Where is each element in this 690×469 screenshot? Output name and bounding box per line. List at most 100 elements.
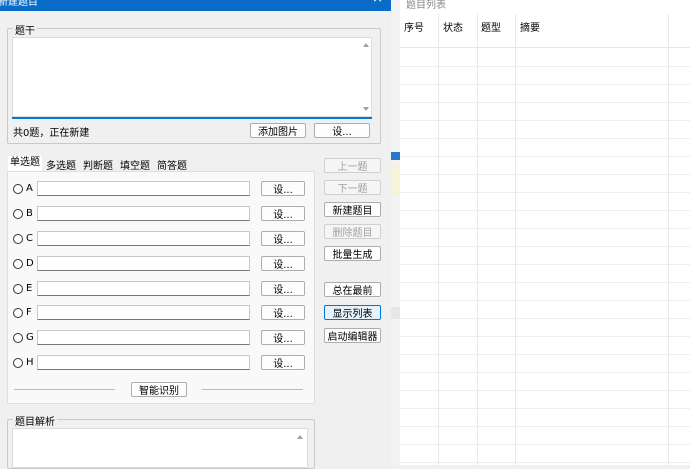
- grid-row-line: [400, 66, 690, 67]
- new-question-button[interactable]: 新建题目: [324, 202, 381, 217]
- prev-question-button[interactable]: 上一题: [324, 158, 381, 173]
- option-c-input[interactable]: [37, 231, 250, 246]
- next-question-button[interactable]: 下一题: [324, 180, 381, 195]
- option-c-settings-button[interactable]: 设...: [261, 231, 305, 246]
- column-header-type[interactable]: 题型: [481, 19, 501, 34]
- divider-left: [14, 389, 115, 390]
- launch-editor-button[interactable]: 启动编辑器: [324, 328, 381, 343]
- stem-settings-button[interactable]: 设...: [314, 123, 370, 138]
- grid-row-line: [400, 354, 690, 355]
- option-row: C 设...: [12, 231, 307, 248]
- option-a-input[interactable]: [37, 181, 250, 196]
- option-row: B 设...: [12, 206, 307, 223]
- tab-true-false[interactable]: 判断题: [83, 157, 113, 172]
- option-label: B: [26, 208, 33, 219]
- grid-row-line: [400, 102, 690, 103]
- grid-row-line: [400, 444, 690, 445]
- grid-row-line: [400, 84, 690, 85]
- option-label: D: [26, 258, 34, 269]
- option-e-settings-button[interactable]: 设...: [261, 281, 305, 296]
- scroll-up-icon: [363, 43, 369, 47]
- grid-row-line: [400, 264, 690, 265]
- radio-option-b[interactable]: [13, 209, 23, 219]
- tab-multiple-choice[interactable]: 多选题: [46, 157, 76, 172]
- option-row: F 设...: [12, 305, 307, 322]
- background-window-band: [391, 307, 400, 319]
- delete-question-button[interactable]: 删除题目: [324, 224, 381, 239]
- always-on-top-button[interactable]: 总在最前: [324, 282, 381, 297]
- radio-option-c[interactable]: [13, 234, 23, 244]
- option-label: F: [26, 307, 32, 318]
- option-label: C: [26, 233, 33, 244]
- option-label: H: [26, 357, 34, 368]
- question-list-panel: 题目列表 序号 状态 题型 摘要: [400, 0, 690, 465]
- smart-recognize-button[interactable]: 智能识别: [131, 382, 187, 397]
- option-row: E 设...: [12, 281, 307, 298]
- option-row: A 设...: [12, 181, 307, 198]
- radio-option-d[interactable]: [13, 259, 23, 269]
- radio-option-h[interactable]: [13, 358, 23, 368]
- grid-row-line: [400, 300, 690, 301]
- option-d-input[interactable]: [37, 256, 250, 271]
- grid-row-line: [400, 120, 690, 121]
- analysis-scrollbar[interactable]: [294, 429, 306, 465]
- column-divider: [515, 14, 516, 465]
- option-g-settings-button[interactable]: 设...: [261, 330, 305, 345]
- radio-option-f[interactable]: [13, 308, 23, 318]
- new-question-dialog: 新建题目 × 题干 共0题，正在新建 添加图片 设... 单选题 多选题 判断题…: [0, 0, 391, 469]
- column-header-index[interactable]: 序号: [404, 19, 424, 34]
- show-list-button[interactable]: 显示列表: [324, 305, 381, 320]
- window-title: 新建题目: [0, 0, 38, 8]
- column-header-status[interactable]: 状态: [443, 19, 463, 34]
- option-label: E: [26, 283, 33, 294]
- tab-short-answer[interactable]: 简答题: [157, 157, 187, 172]
- grid-row-line: [400, 228, 690, 229]
- option-e-input[interactable]: [37, 281, 250, 296]
- analysis-legend: 题目解析: [13, 413, 57, 428]
- option-label: A: [26, 183, 33, 194]
- scroll-down-icon: [363, 107, 369, 111]
- option-f-input[interactable]: [37, 305, 250, 320]
- grid-row-line: [400, 156, 690, 157]
- option-h-input[interactable]: [37, 355, 250, 370]
- background-window-edge: [391, 0, 400, 465]
- tab-single-choice[interactable]: 单选题: [8, 156, 42, 171]
- option-f-settings-button[interactable]: 设...: [261, 305, 305, 320]
- tab-fill-blank[interactable]: 填空题: [120, 157, 150, 172]
- option-g-input[interactable]: [37, 330, 250, 345]
- grid-row-line: [400, 282, 690, 283]
- stem-textarea[interactable]: [12, 37, 372, 117]
- grid-row-line: [400, 408, 690, 409]
- background-window-highlight: [391, 165, 400, 195]
- grid-row-line: [400, 210, 690, 211]
- grid-row-line: [400, 174, 690, 175]
- close-icon[interactable]: ×: [372, 0, 383, 6]
- divider-right: [202, 389, 303, 390]
- analysis-textarea[interactable]: [12, 428, 308, 468]
- option-h-settings-button[interactable]: 设...: [261, 355, 305, 370]
- option-row: H 设...: [12, 355, 307, 372]
- option-d-settings-button[interactable]: 设...: [261, 256, 305, 271]
- column-header-summary[interactable]: 摘要: [520, 19, 540, 34]
- column-divider: [668, 14, 669, 465]
- stem-status-text: 共0题，正在新建: [13, 128, 90, 139]
- option-row: D 设...: [12, 256, 307, 273]
- background-window-accent: [391, 152, 400, 160]
- radio-option-a[interactable]: [13, 184, 23, 194]
- grid-row-line: [400, 318, 690, 319]
- grid-row-line: [400, 426, 690, 427]
- option-b-input[interactable]: [37, 206, 250, 221]
- option-b-settings-button[interactable]: 设...: [261, 206, 305, 221]
- list-panel-title: 题目列表: [406, 0, 446, 11]
- title-bar[interactable]: 新建题目 ×: [0, 0, 391, 11]
- radio-option-g[interactable]: [13, 333, 23, 343]
- grid-row-line: [400, 336, 690, 337]
- stem-scrollbar[interactable]: [361, 38, 371, 116]
- analysis-scroll-up-icon: [297, 435, 303, 439]
- add-image-button[interactable]: 添加图片: [250, 123, 306, 138]
- batch-generate-button[interactable]: 批量生成: [324, 246, 381, 261]
- grid-row-line: [400, 246, 690, 247]
- radio-option-e[interactable]: [13, 284, 23, 294]
- option-a-settings-button[interactable]: 设...: [261, 181, 305, 196]
- list-header: 序号 状态 题型 摘要: [400, 14, 690, 48]
